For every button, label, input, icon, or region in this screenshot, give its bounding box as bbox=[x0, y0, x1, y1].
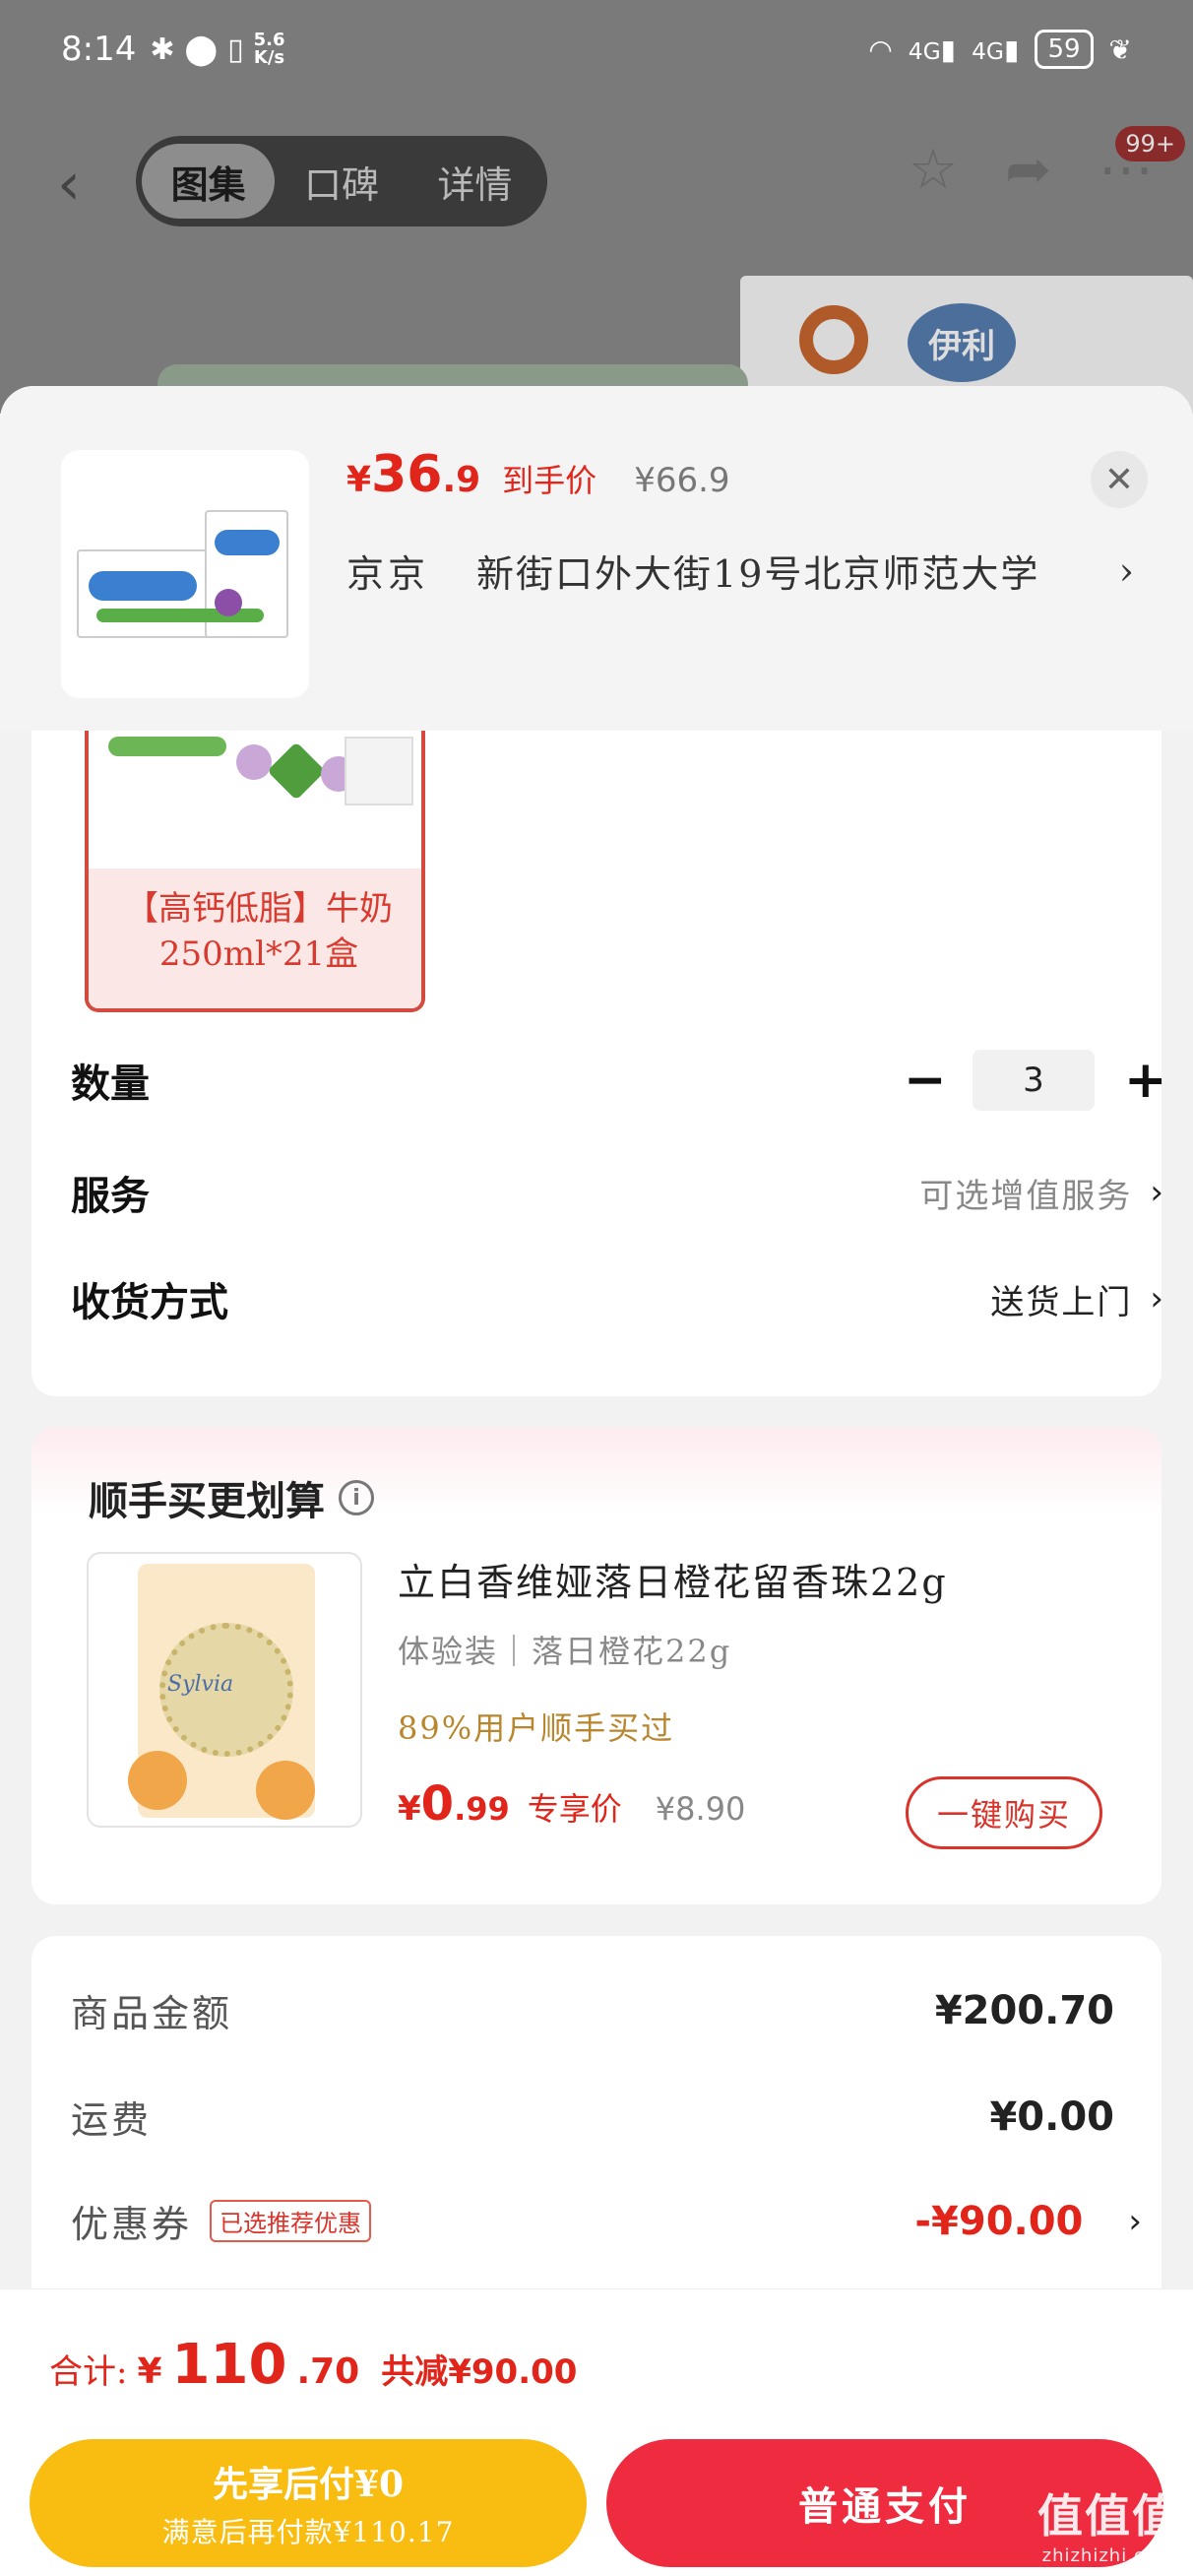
leaf-icon: ❦ bbox=[1108, 32, 1132, 66]
quantity-minus-button[interactable]: − bbox=[904, 1051, 947, 1110]
price-row: ¥36.9 到手价 ¥66.9 bbox=[346, 445, 730, 504]
total-dec: .70 bbox=[296, 2351, 360, 2392]
status-bar: 8:14 ✱ ⬤ ▯ 5.6 K/s ◠ 4G▮ 4G▮ 59 ❦ bbox=[0, 0, 1193, 98]
product-thumbnail[interactable] bbox=[61, 450, 309, 698]
bundle-price: ¥0.99 bbox=[398, 1776, 510, 1832]
address-detail: 新街口外大街19号北京师范大学 bbox=[476, 552, 1040, 596]
product-header: ¥36.9 到手价 ¥66.9 ✕ 京京 新街口外大街19号北京师范大学 › bbox=[0, 386, 1193, 731]
chevron-right-icon: › bbox=[1150, 1279, 1163, 1319]
coupon-row[interactable]: 优惠券 已选推荐优惠 -¥90.00 › bbox=[71, 2194, 1142, 2248]
location-icon: ⬤ bbox=[184, 32, 219, 67]
spec-option-selected[interactable]: 【高钙低脂】牛奶250ml*21盒 bbox=[85, 731, 425, 1012]
bluetooth-icon: ✱ bbox=[150, 32, 175, 67]
tab-gallery[interactable]: 图集 bbox=[142, 144, 276, 219]
top-tab-switcher: 图集 口碑 详情 bbox=[136, 136, 547, 226]
chevron-right-icon: › bbox=[1118, 548, 1134, 593]
close-icon: ✕ bbox=[1103, 459, 1135, 500]
service-row[interactable]: 服务 可选增值服务 › bbox=[71, 1164, 1163, 1221]
bundle-price-row: ¥0.99 专享价 ¥8.90 bbox=[398, 1776, 745, 1832]
background-brand-logo: 伊利 bbox=[908, 303, 1016, 382]
pay-later-button[interactable]: 先享后付¥0 满意后再付款¥110.17 bbox=[30, 2439, 587, 2567]
quantity-row: 数量 − 3 + bbox=[71, 1050, 1167, 1111]
chevron-right-icon: › bbox=[1128, 2201, 1142, 2241]
goods-amount-label: 商品金额 bbox=[71, 1992, 233, 2035]
coupon-tag: 已选推荐优惠 bbox=[210, 2200, 372, 2242]
final-price-tag: 到手价 bbox=[502, 462, 597, 499]
address-city: 京京 bbox=[346, 552, 430, 596]
one-click-buy-button[interactable]: 一键购买 bbox=[906, 1776, 1102, 1849]
status-icons-left: ✱ ⬤ ▯ 5.6 K/s bbox=[150, 32, 284, 67]
message-badge: 99+ bbox=[1115, 126, 1185, 161]
spec-card: 【高钙低脂】牛奶250ml*21盒 数量 − 3 + 服务 可选增值服务 › 收… bbox=[31, 731, 1167, 1396]
bundle-original-price: ¥8.90 bbox=[655, 1790, 746, 1828]
pay-later-title: 先享后付¥0 bbox=[212, 2464, 405, 2505]
wifi-icon: ◠ bbox=[868, 32, 893, 66]
bundle-product-image[interactable]: Sylvia bbox=[87, 1552, 362, 1828]
coupon-label: 优惠券 bbox=[71, 2203, 193, 2246]
purchase-sheet: ¥36.9 到手价 ¥66.9 ✕ 京京 新街口外大街19号北京师范大学 › 【… bbox=[0, 386, 1193, 2576]
quantity-stepper: − 3 + bbox=[904, 1050, 1167, 1111]
spec-option-label: 【高钙低脂】牛奶250ml*21盒 bbox=[89, 869, 421, 1008]
quantity-label: 数量 bbox=[71, 1062, 150, 1107]
signal-icon-1: 4G▮ bbox=[908, 32, 957, 66]
share-icon[interactable]: ➦ bbox=[1005, 138, 1051, 202]
total-label: 合计: bbox=[49, 2352, 128, 2392]
final-price: ¥36.9 bbox=[346, 445, 481, 504]
shipping-label: 运费 bbox=[71, 2098, 153, 2142]
battery-icon: 59 bbox=[1035, 30, 1094, 69]
total-row: 合计: ¥ 110.70 共减¥90.00 bbox=[49, 2333, 577, 2397]
goods-amount-value: ¥200.70 bbox=[934, 1987, 1114, 2033]
address-selector[interactable]: 京京 新街口外大街19号北京师范大学 › bbox=[346, 544, 1134, 598]
service-label: 服务 bbox=[71, 1174, 150, 1219]
delivery-label: 收货方式 bbox=[71, 1280, 228, 1325]
original-price: ¥66.9 bbox=[634, 461, 730, 500]
status-time: 8:14 bbox=[61, 30, 137, 69]
checkout-bar: 合计: ¥ 110.70 共减¥90.00 先享后付¥0 满意后再付款¥110.… bbox=[0, 2288, 1193, 2576]
shipping-value: ¥0.00 bbox=[989, 2093, 1114, 2140]
coupon-value: -¥90.00 bbox=[914, 2198, 1084, 2244]
total-int: 110 bbox=[171, 2333, 287, 2397]
status-icons-right: ◠ 4G▮ 4G▮ 59 ❦ bbox=[868, 30, 1132, 69]
shipping-row: 运费 ¥0.00 bbox=[71, 2090, 1114, 2144]
background-logo-ring bbox=[799, 305, 868, 374]
milk-box-illustration bbox=[77, 500, 293, 648]
quantity-plus-button[interactable]: + bbox=[1124, 1051, 1167, 1110]
pay-later-subtitle: 满意后再付款¥110.17 bbox=[161, 2516, 455, 2548]
delivery-value: 送货上门 bbox=[990, 1282, 1133, 1322]
close-button[interactable]: ✕ bbox=[1091, 451, 1148, 508]
site-watermark: 值值值 zhizhizhi.com bbox=[1037, 2489, 1179, 2566]
delivery-row[interactable]: 收货方式 送货上门 › bbox=[71, 1270, 1163, 1327]
info-icon[interactable]: i bbox=[339, 1480, 374, 1515]
tab-reviews[interactable]: 口碑 bbox=[275, 144, 408, 219]
signal-icon-2: 4G▮ bbox=[972, 32, 1020, 66]
total-savings: 共减¥90.00 bbox=[381, 2352, 578, 2392]
bundle-social-proof: 89%用户顺手买过 bbox=[398, 1709, 675, 1747]
quantity-input[interactable]: 3 bbox=[973, 1050, 1095, 1111]
bundle-price-tag: 专享价 bbox=[527, 1790, 622, 1828]
bundle-product-spec: 体验装｜落日橙花22g bbox=[398, 1633, 732, 1670]
net-speed: 5.6 K/s bbox=[253, 30, 285, 68]
bundle-product-name[interactable]: 立白香维娅落日橙花留香珠22g bbox=[398, 1552, 948, 1606]
bundle-pack-logo: Sylvia bbox=[167, 1672, 234, 1697]
back-icon[interactable]: ‹ bbox=[57, 150, 81, 219]
chevron-right-icon: › bbox=[1150, 1173, 1163, 1212]
price-summary: 商品金额 ¥200.70 运费 ¥0.00 优惠券 已选推荐优惠 -¥90.00… bbox=[31, 1936, 1162, 2350]
service-value: 可选增值服务 bbox=[919, 1176, 1133, 1216]
goods-amount-row: 商品金额 ¥200.70 bbox=[71, 1983, 1114, 2037]
favorite-star-icon[interactable]: ☆ bbox=[909, 138, 958, 202]
tab-details[interactable]: 详情 bbox=[408, 144, 541, 219]
top-nav: ‹ 图集 口碑 详情 ☆ ➦ ⋯ 99+ bbox=[0, 126, 1193, 236]
bundle-offer-card: 顺手买更划算 i Sylvia 立白香维娅落日橙花留香珠22g 体验装｜落日橙花… bbox=[31, 1428, 1162, 1904]
bundle-title: 顺手买更划算 i bbox=[89, 1469, 374, 1526]
total-symbol: ¥ bbox=[137, 2351, 162, 2392]
vibrate-icon: ▯ bbox=[227, 32, 244, 67]
